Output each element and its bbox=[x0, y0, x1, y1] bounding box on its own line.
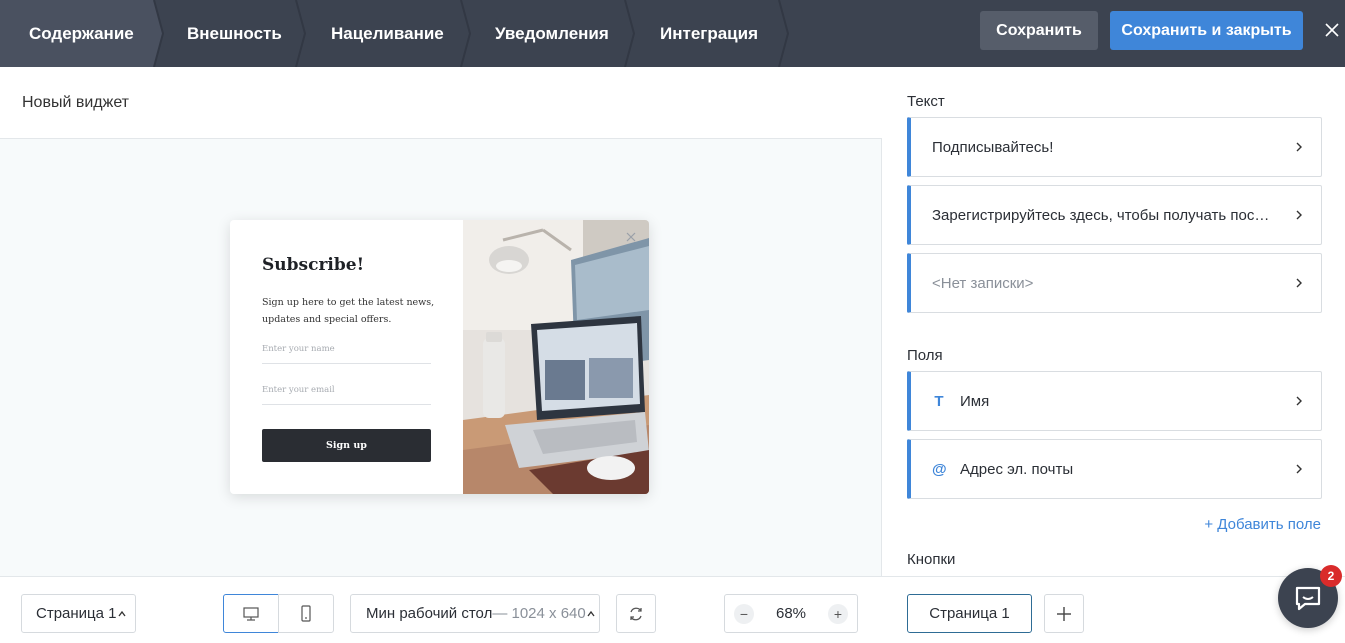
tab-label: Уведомления bbox=[495, 23, 609, 43]
zoom-in-button[interactable]: + bbox=[828, 604, 848, 624]
tab-label: Внешность bbox=[187, 23, 282, 43]
email-placeholder: Enter your email bbox=[262, 385, 335, 395]
email-field-icon: @ bbox=[932, 460, 947, 478]
tab-notifications[interactable]: Уведомления bbox=[495, 0, 609, 67]
close-icon[interactable] bbox=[1320, 18, 1344, 42]
mobile-view-button[interactable] bbox=[278, 594, 334, 633]
widget-name-input[interactable]: Enter your name bbox=[262, 344, 431, 364]
field-item-label: Имя bbox=[960, 392, 990, 410]
text-item-label: Зарегистрируйтесь здесь, чтобы получать … bbox=[932, 206, 1277, 224]
tab-integration[interactable]: Интеграция bbox=[660, 0, 758, 67]
save-button[interactable]: Сохранить bbox=[980, 11, 1098, 50]
save-and-close-button[interactable]: Сохранить и закрыть bbox=[1110, 11, 1303, 50]
text-item-note[interactable]: <Нет записки> bbox=[907, 253, 1322, 313]
settings-panel: Текст Подписывайтесь! Зарегистрируйтесь … bbox=[883, 67, 1345, 576]
chevron-right-icon bbox=[1296, 396, 1302, 406]
widget-name[interactable]: Новый виджет bbox=[22, 94, 129, 112]
tab-label: Содержание bbox=[29, 23, 134, 43]
page-select[interactable]: Страница 1 bbox=[21, 594, 136, 633]
widget-image bbox=[463, 220, 649, 494]
text-field-icon: T bbox=[934, 392, 944, 410]
name-placeholder: Enter your name bbox=[262, 344, 335, 354]
widget-description[interactable]: Sign up here to get the latest news, upd… bbox=[262, 294, 437, 328]
top-bar: Содержание Внешность Нацеливание Уведомл… bbox=[0, 0, 1345, 67]
tab-label: Интеграция bbox=[660, 23, 759, 43]
widget-title[interactable]: Subscribe! bbox=[262, 255, 364, 275]
text-item-description[interactable]: Зарегистрируйтесь здесь, чтобы получать … bbox=[907, 185, 1322, 245]
chevron-right-icon bbox=[1296, 464, 1302, 474]
resolution-label: Мин рабочий стол bbox=[366, 605, 493, 622]
widget-email-input[interactable]: Enter your email bbox=[262, 385, 431, 405]
chevron-up-icon bbox=[117, 610, 126, 616]
add-field-link[interactable]: + Добавить поле bbox=[1204, 516, 1321, 533]
add-page-button[interactable] bbox=[1044, 594, 1084, 633]
fields-section-label: Поля bbox=[907, 347, 943, 364]
chevron-right-icon bbox=[1296, 142, 1302, 152]
widget-title-bar: Новый виджет bbox=[0, 67, 882, 139]
notification-badge: 2 bbox=[1320, 565, 1342, 587]
chat-icon bbox=[1295, 586, 1321, 611]
resolution-dims: — 1024 x 640 bbox=[492, 605, 586, 622]
plus-icon bbox=[1057, 606, 1071, 621]
text-item-title[interactable]: Подписывайтесь! bbox=[907, 117, 1322, 177]
chevron-right-icon bbox=[1296, 210, 1302, 220]
bottom-toolbar: Страница 1 Мин рабочий стол — 1024 x 640… bbox=[0, 576, 1345, 643]
resolution-select[interactable]: Мин рабочий стол — 1024 x 640 bbox=[350, 594, 600, 633]
page-tab[interactable]: Страница 1 bbox=[907, 594, 1032, 633]
tab-appearance[interactable]: Внешность bbox=[187, 0, 282, 67]
widget-preview[interactable]: Subscribe! Sign up here to get the lates… bbox=[230, 220, 649, 494]
rotate-button[interactable] bbox=[616, 594, 656, 633]
tab-content[interactable]: Содержание bbox=[29, 0, 134, 67]
mobile-icon bbox=[301, 604, 311, 622]
field-item-name[interactable]: T Имя bbox=[907, 371, 1322, 431]
rotate-icon bbox=[630, 607, 642, 620]
zoom-out-button[interactable]: − bbox=[734, 604, 754, 624]
zoom-control: − 68% + bbox=[724, 594, 858, 633]
text-item-label: <Нет записки> bbox=[932, 274, 1034, 292]
field-item-email[interactable]: @ Адрес эл. почты bbox=[907, 439, 1322, 499]
page-select-label: Страница 1 bbox=[36, 605, 117, 622]
zoom-value: 68% bbox=[775, 605, 807, 622]
buttons-section-label: Кнопки bbox=[907, 551, 956, 568]
widget-signup-button[interactable]: Sign up bbox=[262, 429, 431, 462]
tab-label: Нацеливание bbox=[331, 23, 444, 43]
text-item-label: Подписывайтесь! bbox=[932, 138, 1054, 156]
text-section-label: Текст bbox=[907, 93, 945, 110]
desktop-view-button[interactable] bbox=[223, 594, 279, 633]
widget-close-icon[interactable] bbox=[626, 232, 636, 242]
chevron-right-icon bbox=[1296, 278, 1302, 288]
field-item-label: Адрес эл. почты bbox=[960, 460, 1074, 478]
chevron-up-icon bbox=[587, 610, 595, 616]
tab-targeting[interactable]: Нацеливание bbox=[331, 0, 444, 67]
desktop-icon bbox=[243, 606, 259, 621]
